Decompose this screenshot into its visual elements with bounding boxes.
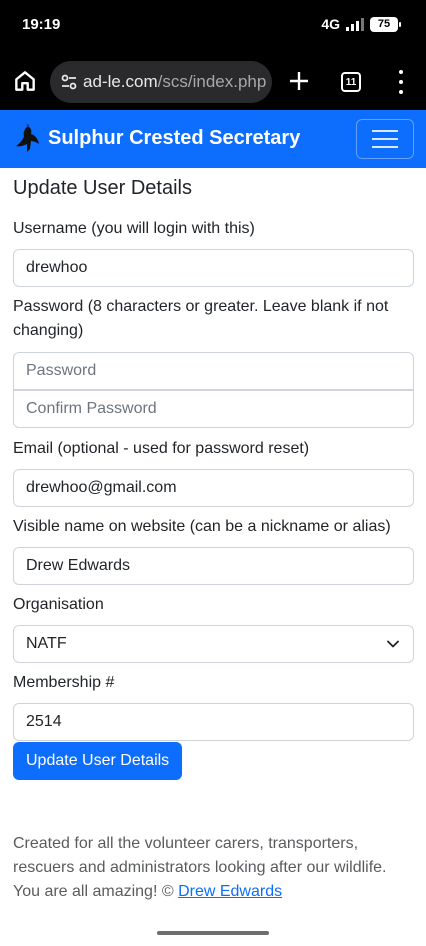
- cockatoo-logo-icon[interactable]: [14, 124, 42, 154]
- footer-text: Created for all the volunteer carers, tr…: [13, 832, 413, 904]
- status-bar: 19:19 4G 75: [0, 0, 426, 52]
- visible-name-label: Visible name on website (can be a nickna…: [13, 518, 391, 535]
- visible-name-input[interactable]: Drew Edwards: [13, 547, 414, 585]
- username-label: Username (you will login with this): [13, 220, 255, 237]
- more-menu-icon[interactable]: [393, 70, 409, 94]
- chevron-down-icon: [387, 640, 399, 648]
- email-input[interactable]: drewhoo@gmail.com: [13, 469, 414, 507]
- email-label: Email (optional - used for password rese…: [13, 440, 310, 457]
- url-domain: ad-le.com: [83, 72, 158, 91]
- site-settings-icon[interactable]: [60, 73, 78, 91]
- organisation-label: Organisation: [13, 596, 104, 613]
- update-user-details-button[interactable]: Update User Details: [13, 742, 183, 780]
- browser-toolbar: ad-le.com/scs/index.php 11: [0, 52, 426, 110]
- tab-switcher-button[interactable]: 11: [341, 72, 361, 92]
- url-text[interactable]: ad-le.com/scs/index.php: [83, 72, 266, 92]
- signal-icon: [346, 17, 364, 31]
- password-label: Password (8 characters or greater. Leave…: [13, 298, 389, 339]
- navbar-toggle-button[interactable]: [356, 119, 414, 159]
- organisation-selected-value: NATF: [26, 635, 67, 652]
- password-input[interactable]: Password: [13, 352, 414, 390]
- status-time: 19:19: [22, 16, 61, 33]
- status-icons: 4G 75: [321, 16, 401, 32]
- new-tab-icon[interactable]: [287, 69, 311, 93]
- author-link[interactable]: Drew Edwards: [178, 883, 282, 900]
- url-path: /scs/index.php: [157, 72, 267, 91]
- username-input[interactable]: drewhoo: [13, 249, 414, 287]
- page-title: Update User Details: [13, 177, 192, 199]
- battery-icon: 75: [370, 16, 401, 32]
- membership-label: Membership #: [13, 674, 115, 691]
- gesture-bar[interactable]: [157, 931, 269, 935]
- network-type: 4G: [321, 16, 340, 32]
- membership-input[interactable]: 2514: [13, 703, 414, 741]
- home-icon[interactable]: [12, 68, 38, 94]
- confirm-password-input[interactable]: Confirm Password: [13, 390, 414, 428]
- site-brand[interactable]: Sulphur Crested Secretary: [48, 127, 300, 150]
- address-bar[interactable]: ad-le.com/scs/index.php: [50, 61, 272, 103]
- organisation-select[interactable]: NATF: [13, 625, 414, 663]
